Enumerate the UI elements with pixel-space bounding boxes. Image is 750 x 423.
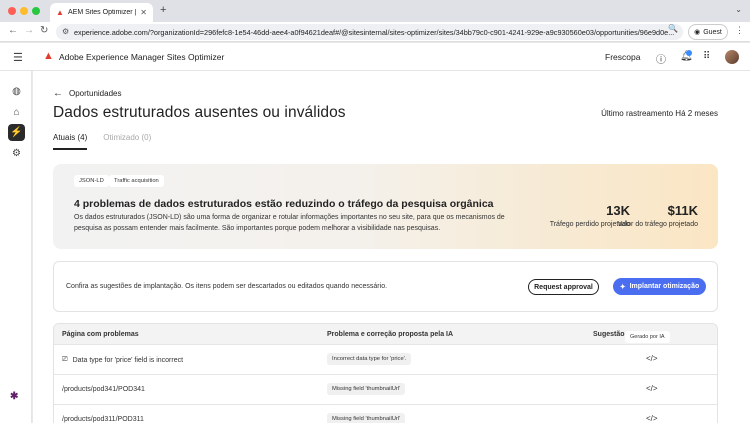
row-issue-chip: Missing field 'thumbnailUrl' <box>327 413 406 423</box>
code-suggestion-icon[interactable]: </> <box>646 414 658 423</box>
opportunities-icon[interactable]: ⚡ <box>8 124 25 141</box>
adobe-logo-icon: ▲ <box>43 50 54 62</box>
maximize-window-button[interactable] <box>32 7 40 15</box>
issues-table: Página com problemas Problema e correção… <box>53 323 718 423</box>
table-header: Página com problemas Problema e correção… <box>54 324 717 344</box>
org-switcher[interactable]: Frescopa <box>605 52 640 62</box>
back-label: Oportunidades <box>69 89 122 98</box>
table-row[interactable]: ⎚ Data type for 'price' field is incorre… <box>54 344 717 374</box>
code-suggestion-icon[interactable]: </> <box>646 354 658 363</box>
row-page: Data type for 'price' field is incorrect <box>72 356 184 364</box>
reload-icon[interactable]: ↻ <box>40 25 48 36</box>
address-bar[interactable]: ⚙ experience.adobe.com/?organizationId=2… <box>56 24 683 40</box>
browser-tab-title: AEM Sites Optimizer | Adobe <box>68 9 137 16</box>
zoom-icon[interactable]: 🔍 <box>668 24 678 33</box>
browser-toolbar: ← → ↻ ⚙ experience.adobe.com/?organizati… <box>0 22 750 42</box>
row-issue-chip: Missing field 'thumbnailUrl' <box>327 383 406 395</box>
opportunity-tabs: Atuais (4) Otimizado (0) <box>53 133 151 150</box>
new-tab-button[interactable]: + <box>160 4 166 16</box>
help-icon[interactable]: ⓘ <box>656 51 666 66</box>
summary-heading: 4 problemas de dados estruturados estão … <box>74 198 494 210</box>
minimize-window-button[interactable] <box>20 7 28 15</box>
metric-traffic-value: $11K Valor do tráfego projetado <box>618 203 698 228</box>
page-preview-icon: ⎚ <box>62 356 68 363</box>
browser-tab[interactable]: ▲ AEM Sites Optimizer | Adobe ✕ <box>50 3 153 22</box>
hamburger-menu-icon[interactable]: ☰ <box>13 51 23 64</box>
address-url: experience.adobe.com/?organizationId=296… <box>74 27 675 37</box>
left-rail: ◍ ⌂ ⚡ ⚙ <box>0 71 32 423</box>
deploy-label: Implantar otimização <box>629 283 700 290</box>
code-suggestion-icon[interactable]: </> <box>646 384 658 393</box>
deploy-optimization-button[interactable]: ✦ Implantar otimização <box>613 278 706 295</box>
tag-chip-jsonld: JSON-LD <box>74 175 109 187</box>
column-header-page: Página com problemas <box>62 331 139 338</box>
column-header-suggestion: Sugestão <box>593 331 625 338</box>
tab-list-chevron-icon[interactable]: ⌄ <box>735 5 742 14</box>
table-row[interactable]: /products/pod311/POD311 Missing field 't… <box>54 404 717 423</box>
row-page: /products/pod341/POD341 <box>62 386 145 393</box>
user-avatar[interactable] <box>725 50 739 64</box>
row-issue-chip: Incorrect data type for 'price'. <box>327 353 412 365</box>
column-header-issue: Problema e correção proposta pela IA <box>327 331 454 338</box>
tab-current[interactable]: Atuais (4) <box>53 133 88 150</box>
confirm-text: Confira as sugestões de implantação. Os … <box>66 283 388 290</box>
back-to-opportunities-link[interactable]: ← Oportunidades <box>53 88 121 99</box>
ai-generated-badge: Gerado por IA <box>625 331 670 343</box>
summary-banner: JSON-LD Traffic acquisition 4 problemas … <box>53 164 718 249</box>
tag-chip-traffic: Traffic acquisition <box>109 175 164 187</box>
forward-arrow-icon[interactable]: → <box>24 25 34 36</box>
sparkle-icon: ✦ <box>619 283 626 291</box>
last-crawl-info: Último rastreamento Há 2 meses <box>601 109 718 118</box>
table-row[interactable]: /products/pod341/POD341 Missing field 't… <box>54 374 717 404</box>
request-approval-button[interactable]: Request approval <box>528 279 599 295</box>
metric-traffic-value-value: $11K <box>667 203 698 218</box>
app-switcher-grid-icon[interactable]: ⠿ <box>703 51 710 62</box>
site-info-icon[interactable]: ⚙ <box>62 27 69 36</box>
back-arrow-icon[interactable]: ← <box>8 25 18 36</box>
adobe-favicon-icon: ▲ <box>56 7 64 17</box>
main-content: ← Oportunidades Dados estruturados ausen… <box>33 71 750 423</box>
browser-tab-bar: ▲ AEM Sites Optimizer | Adobe ✕ + ⌄ <box>0 0 750 22</box>
close-window-button[interactable] <box>8 7 16 15</box>
settings-gear-icon[interactable]: ⚙ <box>10 147 23 160</box>
tab-optimized[interactable]: Otimizado (0) <box>103 133 151 150</box>
app-title: Adobe Experience Manager Sites Optimizer <box>59 52 225 62</box>
slack-icon[interactable]: ✱ <box>10 391 18 402</box>
close-tab-icon[interactable]: ✕ <box>140 8 147 17</box>
back-arrow-icon: ← <box>53 88 63 99</box>
summary-description: Os dados estruturados (JSON-LD) são uma … <box>74 214 505 232</box>
guest-profile-button[interactable]: ◉ Guest <box>688 24 728 40</box>
browser-menu-icon[interactable]: ⋮ <box>735 25 744 36</box>
home-icon[interactable]: ⌂ <box>10 106 23 119</box>
profile-icon: ◉ <box>694 29 701 36</box>
globe-icon[interactable]: ◍ <box>10 85 23 98</box>
deploy-confirm-panel: Confira as sugestões de implantação. Os … <box>53 261 718 312</box>
guest-label: Guest <box>703 28 722 36</box>
metric-traffic-value-label: Valor do tráfego projetado <box>617 221 698 228</box>
page-title: Dados estruturados ausentes ou inválidos <box>53 104 346 121</box>
notification-dot <box>686 50 692 56</box>
row-page: /products/pod311/POD311 <box>62 416 144 423</box>
app-header: ☰ ▲ Adobe Experience Manager Sites Optim… <box>0 43 750 71</box>
